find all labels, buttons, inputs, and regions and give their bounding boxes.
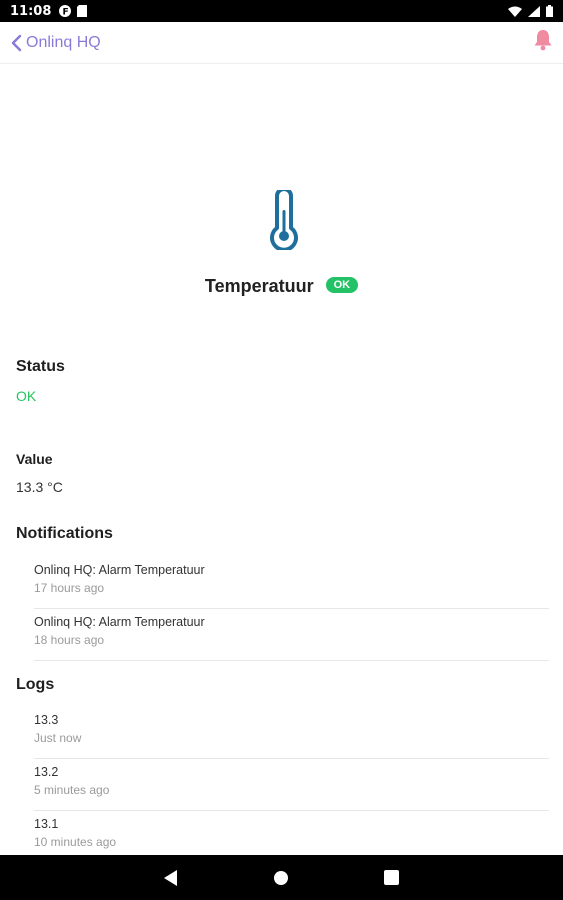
log-value: 13.3 xyxy=(34,713,59,727)
triangle-back-icon xyxy=(164,869,177,886)
bell-icon xyxy=(534,30,552,51)
app-notification-icon: F xyxy=(59,5,72,18)
notifications-button[interactable] xyxy=(533,29,553,56)
back-button[interactable]: Onlinq HQ xyxy=(10,34,101,52)
sensor-title: Temperatuur xyxy=(204,276,314,296)
log-item: 13.3 Just now xyxy=(34,707,549,759)
log-time: Just now xyxy=(34,731,82,745)
notification-title: Onlinq HQ: Alarm Temperatuur xyxy=(34,615,205,629)
value-heading: Value xyxy=(16,451,53,467)
chevron-left-icon xyxy=(11,34,22,51)
notification-time: 17 hours ago xyxy=(34,581,105,595)
cell-signal-icon xyxy=(528,5,540,17)
log-value: 13.2 xyxy=(34,765,59,779)
log-time: 5 minutes ago xyxy=(34,783,110,797)
nav-back-button[interactable] xyxy=(164,869,178,886)
notification-item[interactable]: Onlinq HQ: Alarm Temperatuur 17 hours ag… xyxy=(34,557,549,609)
nav-home-button[interactable] xyxy=(273,870,289,886)
notifications-heading: Notifications xyxy=(16,525,113,542)
status-badge: OK xyxy=(325,276,359,293)
app-bar: Onlinq HQ xyxy=(0,22,563,64)
system-status-bar: 11:08 F xyxy=(0,0,563,22)
notification-title: Onlinq HQ: Alarm Temperatuur xyxy=(34,563,205,577)
notification-item[interactable]: Onlinq HQ: Alarm Temperatuur 18 hours ag… xyxy=(34,609,549,661)
square-recents-icon xyxy=(384,870,399,885)
logs-list: 13.3 Just now 13.2 5 minutes ago 13.1 10… xyxy=(34,707,549,863)
sim-card-icon xyxy=(77,5,88,17)
svg-text:F: F xyxy=(63,8,69,18)
status-heading: Status xyxy=(16,358,65,375)
back-label: Onlinq HQ xyxy=(26,33,101,51)
log-item: 13.2 5 minutes ago xyxy=(34,759,549,811)
battery-icon xyxy=(546,5,553,17)
log-time: 10 minutes ago xyxy=(34,835,117,849)
status-value: OK xyxy=(16,388,37,404)
notification-time: 18 hours ago xyxy=(34,633,105,647)
circle-home-icon xyxy=(274,870,288,885)
temperature-value: 13.3 °C xyxy=(16,479,63,495)
notifications-list: Onlinq HQ: Alarm Temperatuur 17 hours ag… xyxy=(34,557,549,661)
logs-heading: Logs xyxy=(16,676,55,693)
clock: 11:08 xyxy=(10,3,52,19)
nav-recents-button[interactable] xyxy=(384,870,399,885)
thermometer-icon xyxy=(270,190,298,250)
system-navigation-bar xyxy=(0,855,563,900)
sensor-header: Temperatuur OK xyxy=(0,276,563,297)
wifi-icon xyxy=(508,6,522,17)
log-value: 13.1 xyxy=(34,817,59,831)
